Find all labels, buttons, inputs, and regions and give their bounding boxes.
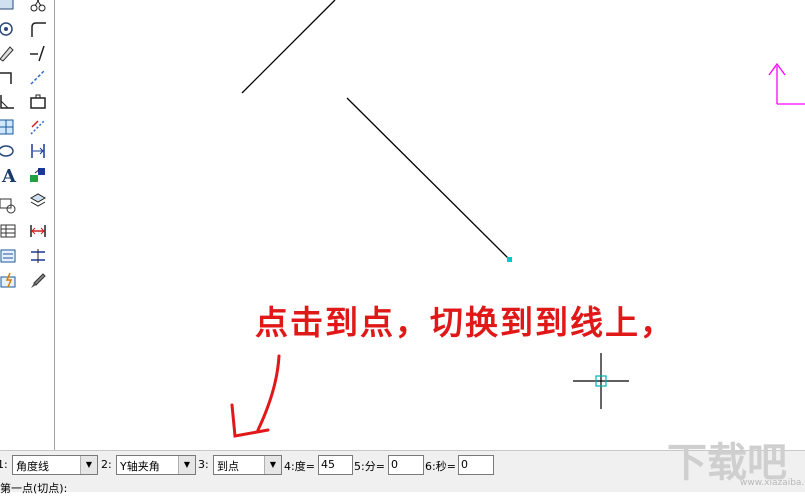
box-grid-icon[interactable] <box>0 117 16 137</box>
end-mode-select[interactable]: 到点 ▼ <box>213 455 282 475</box>
annotation-text: 点击到点，切换到到线上， <box>255 303 675 342</box>
rect-frame-icon[interactable] <box>28 92 48 112</box>
minute-input[interactable]: 0 <box>388 455 424 475</box>
annotation-arrow <box>230 354 281 438</box>
line-type-select[interactable]: 角度线 ▼ <box>12 455 98 475</box>
move-icon[interactable] <box>28 165 48 185</box>
drawing-toolbar: A <box>0 0 55 450</box>
second-input[interactable]: 0 <box>458 455 494 475</box>
line-type-value: 角度线 <box>16 460 49 473</box>
degree-label: 4:度= <box>284 460 315 473</box>
corner-icon[interactable] <box>0 67 16 87</box>
rect-icon[interactable] <box>0 0 16 14</box>
dimension-icon[interactable] <box>28 141 48 161</box>
degree-input[interactable]: 45 <box>318 455 353 475</box>
circle-icon[interactable] <box>0 19 16 39</box>
chevron-down-icon[interactable]: ▼ <box>178 456 195 474</box>
ellipse-icon[interactable] <box>0 141 16 161</box>
table-icon[interactable] <box>0 221 18 241</box>
ucs-icon <box>768 62 805 105</box>
stretch-icon[interactable] <box>28 221 48 241</box>
trim-icon[interactable] <box>28 43 48 63</box>
list-icon[interactable] <box>0 246 18 266</box>
zoom-icon[interactable] <box>0 196 18 216</box>
extend-icon[interactable] <box>28 67 48 87</box>
minute-label: 5:分= <box>354 460 385 473</box>
angle-ref-value: Y轴夹角 <box>120 460 160 473</box>
angle-icon[interactable] <box>0 92 16 112</box>
fillet-icon[interactable] <box>28 19 48 39</box>
param-label-3: 3: <box>198 458 209 471</box>
angle-ref-select[interactable]: Y轴夹角 ▼ <box>116 455 196 475</box>
pencil-icon[interactable] <box>0 43 16 63</box>
svg-text:A: A <box>1 166 17 185</box>
param-label-1: 1: <box>0 458 8 471</box>
crosshair-cursor <box>573 353 629 409</box>
minute-value: 0 <box>391 458 398 471</box>
cad-line-lower[interactable] <box>346 97 510 260</box>
layer-icon[interactable] <box>28 190 48 210</box>
scissors-icon[interactable] <box>28 0 48 14</box>
scale-icon[interactable] <box>28 246 48 266</box>
flash-icon[interactable] <box>0 271 18 291</box>
second-label: 6:秒= <box>425 460 456 473</box>
second-value: 0 <box>461 458 468 471</box>
degree-value: 45 <box>321 458 335 471</box>
brush-icon[interactable] <box>28 271 48 291</box>
text-icon[interactable]: A <box>0 165 20 185</box>
endpoint-snap-marker <box>507 257 512 262</box>
end-mode-value: 到点 <box>217 460 239 473</box>
cad-line-upper[interactable] <box>241 0 336 94</box>
command-prompt: 第一点(切点): <box>0 482 68 495</box>
chevron-down-icon[interactable]: ▼ <box>80 456 97 474</box>
drawing-canvas[interactable] <box>55 0 805 450</box>
watermark-url: www.xiazaiba.com <box>740 478 805 488</box>
snap-icon[interactable] <box>28 117 48 137</box>
param-label-2: 2: <box>101 458 112 471</box>
chevron-down-icon[interactable]: ▼ <box>264 456 281 474</box>
